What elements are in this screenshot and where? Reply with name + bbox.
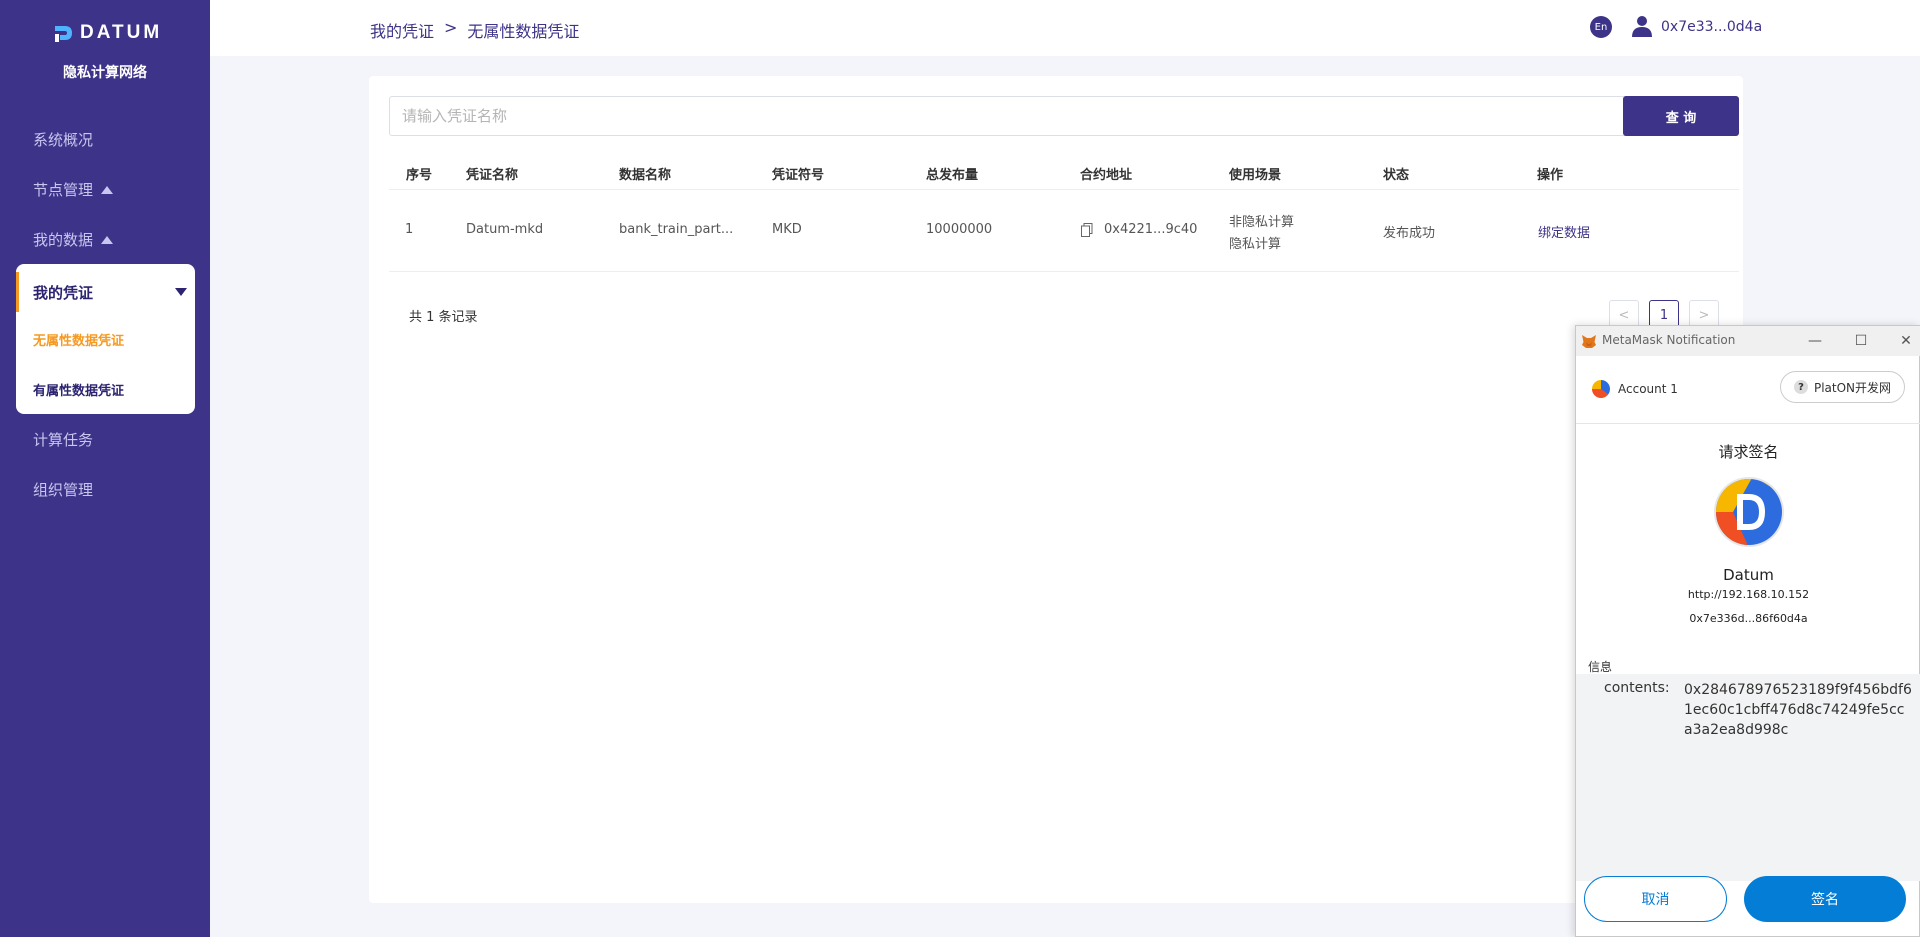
site-url: http://192.168.10.152 xyxy=(1687,588,1810,601)
sign-button[interactable]: 签名 xyxy=(1744,876,1906,922)
status-text: 发布成功 xyxy=(1383,226,1436,241)
sidebar: DATUM 隐私计算网络 系统概况 节点管理 我的数据 我的凭证 无属性数据凭证… xyxy=(0,0,210,937)
search-input[interactable] xyxy=(389,96,1634,136)
breadcrumb: 我的凭证 > 无属性数据凭证 xyxy=(370,18,579,42)
maximize-icon[interactable]: ☐ xyxy=(1851,331,1871,351)
signer-address: 0x7e336d...86f60d4a xyxy=(1689,612,1808,625)
sidebar-item-label: 节点管理 xyxy=(33,181,94,199)
network-question-icon: ? xyxy=(1793,380,1808,394)
column-header-action: 操作 xyxy=(1537,168,1564,183)
caret-down-icon xyxy=(175,288,187,296)
divider xyxy=(1576,423,1920,424)
cell-scenario-2: 隐私计算 xyxy=(1229,237,1282,252)
header-divider xyxy=(389,189,1739,190)
metamask-window-title: MetaMask Notification xyxy=(1602,333,1736,347)
cell-contract: 0x4221...9c40 xyxy=(1104,222,1198,237)
breadcrumb-current: 无属性数据凭证 xyxy=(467,22,580,41)
cell-index: 1 xyxy=(405,222,414,237)
message-value: 0x284678976523189f9f456bdf61ec60c1cbff47… xyxy=(1684,682,1912,738)
network-name: PlatON开发网 xyxy=(1813,380,1892,395)
sidebar-item-tasks[interactable]: 计算任务 xyxy=(33,429,93,450)
sidebar-item-my-credentials[interactable]: 我的凭证 xyxy=(16,272,195,312)
sidebar-item-label: 我的凭证 xyxy=(33,283,94,302)
network-selector[interactable]: ? PlatON开发网 xyxy=(1780,371,1905,403)
column-header-scenario: 使用场景 xyxy=(1229,168,1282,183)
bind-data-link[interactable]: 绑定数据 xyxy=(1538,222,1590,241)
column-header-index: 序号 xyxy=(406,168,433,183)
sidebar-item-organization[interactable]: 组织管理 xyxy=(33,479,93,500)
account-avatar xyxy=(1592,380,1610,398)
column-header-status: 状态 xyxy=(1383,168,1410,183)
datum-logo-icon xyxy=(55,26,72,42)
cell-scenario-1: 非隐私计算 xyxy=(1229,215,1295,230)
sidebar-item-nodes[interactable]: 节点管理 xyxy=(33,179,114,200)
search-button[interactable]: 查 询 xyxy=(1623,96,1739,136)
close-icon[interactable]: ✕ xyxy=(1896,331,1916,351)
sidebar-item-label: 系统概况 xyxy=(33,131,94,149)
main-card: 查 询 序号 凭证名称 数据名称 凭证符号 总发布量 合约地址 使用场景 状态 … xyxy=(369,76,1743,903)
cancel-button[interactable]: 取消 xyxy=(1584,876,1727,922)
column-header-contract: 合约地址 xyxy=(1080,168,1133,183)
metamask-fox-icon xyxy=(1582,335,1596,348)
sidebar-item-label: 组织管理 xyxy=(33,481,94,499)
logo-text: DATUM xyxy=(80,22,163,43)
column-header-data-name: 数据名称 xyxy=(619,168,672,183)
sidebar-item-my-data[interactable]: 我的数据 xyxy=(33,229,114,250)
cell-credential-name: Datum-mkd xyxy=(466,222,544,237)
total-records: 共 1 条记录 xyxy=(409,310,478,325)
logo-subtitle: 隐私计算网络 xyxy=(63,65,147,81)
datum-site-logo xyxy=(1714,477,1784,547)
caret-up-icon xyxy=(101,235,114,244)
breadcrumb-parent[interactable]: 我的凭证 xyxy=(370,18,434,42)
column-header-symbol: 凭证符号 xyxy=(772,168,825,183)
metamask-window: MetaMask Notification — ☐ ✕ Account 1 ? … xyxy=(1575,325,1920,937)
signature-request-heading: 请求签名 xyxy=(1718,443,1779,461)
metamask-titlebar[interactable]: MetaMask Notification — ☐ ✕ xyxy=(1576,326,1920,356)
credential-submenu: 我的凭证 无属性数据凭证 有属性数据凭证 xyxy=(16,264,195,414)
cell-total-supply: 10000000 xyxy=(926,222,993,237)
minimize-icon[interactable]: — xyxy=(1805,331,1825,351)
submenu-item-no-attribute[interactable]: 无属性数据凭证 xyxy=(33,330,124,349)
account-name: Account 1 xyxy=(1618,382,1678,396)
row-divider xyxy=(389,271,1739,272)
language-toggle[interactable]: En xyxy=(1590,16,1612,38)
user-icon[interactable] xyxy=(1631,15,1653,37)
cell-data-name: bank_train_part... xyxy=(619,222,734,237)
sidebar-item-overview[interactable]: 系统概况 xyxy=(33,129,93,150)
user-address[interactable]: 0x7e33...0d4a xyxy=(1661,19,1762,35)
column-header-total-supply: 总发布量 xyxy=(926,168,979,183)
sidebar-item-label: 计算任务 xyxy=(33,431,94,449)
submenu-item-with-attribute[interactable]: 有属性数据凭证 xyxy=(33,380,124,399)
breadcrumb-separator: > xyxy=(444,18,458,37)
cell-symbol: MKD xyxy=(772,222,802,237)
message-info-label: 信息 xyxy=(1588,660,1613,674)
copy-icon[interactable] xyxy=(1081,223,1093,237)
top-header: 我的凭证 > 无属性数据凭证 En 0x7e33...0d4a xyxy=(210,0,1920,56)
site-name: Datum xyxy=(1723,566,1774,584)
column-header-credential-name: 凭证名称 xyxy=(466,168,519,183)
message-key: contents: xyxy=(1604,680,1670,696)
account-selector[interactable]: Account 1 xyxy=(1592,380,1678,398)
caret-up-icon xyxy=(101,185,114,194)
logo: DATUM xyxy=(52,22,162,44)
sidebar-item-label: 我的数据 xyxy=(33,231,94,249)
